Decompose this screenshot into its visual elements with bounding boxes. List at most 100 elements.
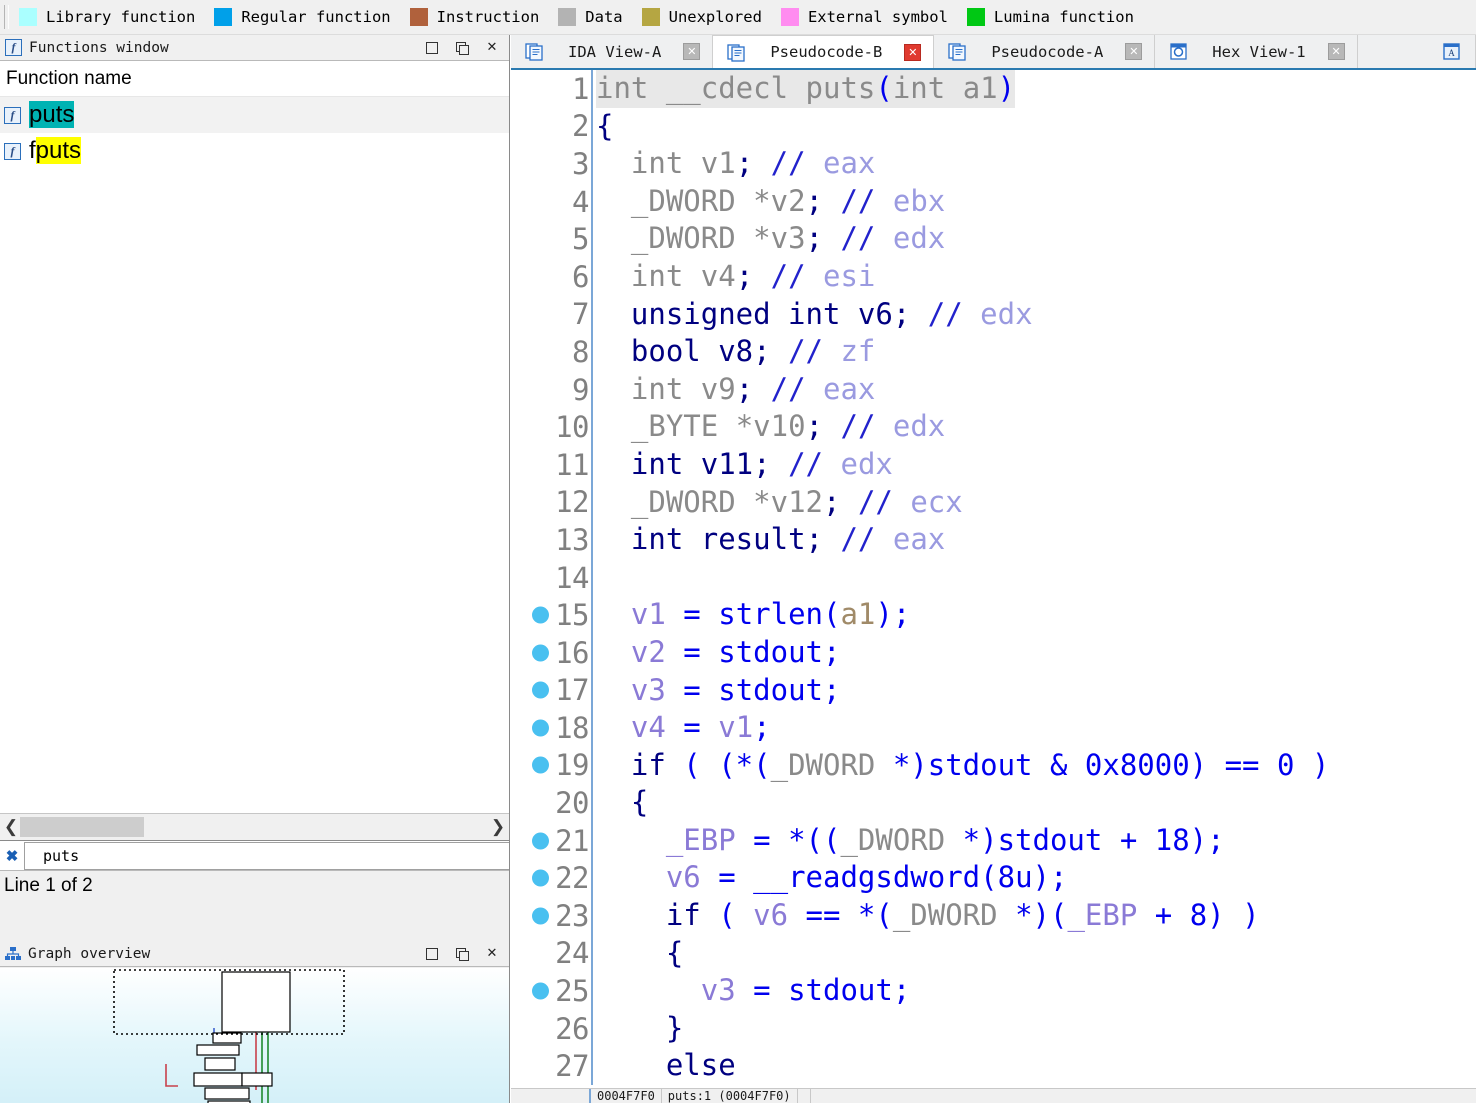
breakpoint-marker-icon[interactable] <box>532 681 549 699</box>
code-line[interactable]: 1 int __cdecl puts(int a1) <box>511 70 1476 108</box>
code-token: *)( <box>1015 898 1068 933</box>
code-line[interactable]: 2{ <box>511 107 1476 146</box>
tab-pseudocode-b[interactable]: Pseudocode-B ✕ <box>713 35 935 68</box>
breakpoint-marker-icon[interactable] <box>532 832 549 850</box>
close-icon[interactable]: ✕ <box>477 36 507 60</box>
code-token: v9 <box>700 371 736 406</box>
restore-icon[interactable] <box>447 36 477 60</box>
code-token: ( (*( <box>665 747 771 782</box>
close-icon[interactable]: ✕ <box>477 942 507 966</box>
code-line[interactable]: 25 v3 = stdout; <box>511 972 1476 1010</box>
code-line[interactable]: 11 int v11; // edx <box>511 445 1476 484</box>
code-line[interactable]: 6 int v4; // esi <box>511 257 1476 296</box>
code-line[interactable]: 3 int v1; // eax <box>511 145 1476 183</box>
code-token: * <box>753 183 771 218</box>
code-line[interactable]: 5 _DWORD *v3; // edx <box>511 220 1476 258</box>
code-token: bool <box>596 334 719 369</box>
code-token: stdout <box>718 634 823 669</box>
code-text: if ( (*(_DWORD *)stdout & 0x8000) == 0 ) <box>593 747 1329 785</box>
code-token: edx <box>980 296 1033 331</box>
maximize-icon[interactable] <box>417 942 447 966</box>
code-line[interactable]: 18 v4 = v1; <box>511 709 1476 747</box>
tab-ida-view-a[interactable]: IDA View-A ✕ <box>511 35 714 68</box>
table-row[interactable]: f puts <box>0 97 509 133</box>
scroll-left-icon[interactable]: ❮ <box>0 817 22 837</box>
code-token: ) <box>1294 747 1330 782</box>
legend-label: External symbol <box>807 8 948 26</box>
code-token: v10 <box>753 409 806 444</box>
pseudocode-view[interactable]: 1 int __cdecl puts(int a1) 2{3 int v1; // … <box>511 70 1476 1103</box>
code-line[interactable]: 24 { <box>511 934 1476 973</box>
code-line[interactable]: 9 int v9; // eax <box>511 370 1476 409</box>
code-line[interactable]: 8 bool v8; // zf <box>511 333 1476 371</box>
toolbar-grip[interactable] <box>4 5 9 29</box>
table-row[interactable]: f fputs <box>0 133 509 169</box>
code-line[interactable]: 14 <box>511 558 1476 597</box>
breakpoint-marker-icon[interactable] <box>532 907 549 925</box>
code-token: v8 <box>718 334 754 369</box>
code-token: // <box>788 446 824 481</box>
functions-column-header[interactable]: Function name <box>0 61 509 97</box>
code-line[interactable]: 4 _DWORD *v2; // ebx <box>511 182 1476 221</box>
breakpoint-marker-icon[interactable] <box>532 719 549 737</box>
code-token: v2 <box>770 183 806 218</box>
search-input[interactable] <box>24 841 509 870</box>
code-text: v1 = strlen(a1); <box>593 596 910 634</box>
code-token: v3 <box>630 672 666 707</box>
breakpoint-marker-icon[interactable] <box>532 869 549 887</box>
code-line[interactable]: 19 if ( (*(_DWORD *)stdout & 0x8000) == … <box>511 746 1476 785</box>
code-line[interactable]: 13 int result; // eax <box>511 521 1476 559</box>
code-line[interactable]: 21 _EBP = *((_DWORD *)stdout + 18); <box>511 821 1476 860</box>
code-line[interactable]: 10 _BYTE *v10; // edx <box>511 408 1476 446</box>
code-line[interactable]: 7 unsigned int v6; // edx <box>511 295 1476 334</box>
close-icon[interactable]: ✕ <box>1327 43 1345 60</box>
code-token: edx <box>892 221 946 256</box>
legend-color-swatch <box>214 8 233 26</box>
code-line[interactable]: 20 { <box>511 784 1476 822</box>
tab-hex-view-1[interactable]: Hex View-1 ✕ <box>1155 35 1358 68</box>
restore-icon[interactable] <box>447 942 477 966</box>
functions-list[interactable]: f puts f fputs <box>0 97 509 813</box>
code-token: 0 <box>1276 747 1295 782</box>
breakpoint-marker-icon[interactable] <box>532 644 549 662</box>
close-icon[interactable]: ✕ <box>683 43 701 60</box>
code-line[interactable]: 17 v3 = stdout; <box>511 671 1476 710</box>
code-line[interactable]: 27 else <box>511 1047 1476 1086</box>
breakpoint-marker-icon[interactable] <box>532 982 549 1000</box>
function-icon: f <box>4 142 21 160</box>
code-token: int <box>596 146 701 181</box>
code-line[interactable]: 16 v2 = stdout; <box>511 633 1476 672</box>
code-token: ; <box>753 446 771 481</box>
functions-horizontal-scrollbar[interactable]: ❮ ❯ <box>0 813 509 841</box>
tab-label: Hex View-1 <box>1212 42 1306 61</box>
code-line[interactable]: 22 v6 = __readgsdword(8u); <box>511 859 1476 898</box>
breakpoint-marker-icon[interactable] <box>532 756 549 774</box>
graph-overview-canvas[interactable] <box>0 968 509 1103</box>
code-token: ; <box>805 221 823 256</box>
clear-filter-icon[interactable]: ✖ <box>0 847 24 865</box>
code-line[interactable]: 23 if ( v6 == *(_DWORD *)(_EBP + 8) ) <box>511 897 1476 935</box>
code-line[interactable]: 15 v1 = strlen(a1); <box>511 596 1476 634</box>
tab-structures[interactable]: A <box>1428 35 1476 68</box>
scroll-right-icon[interactable]: ❯ <box>487 817 509 837</box>
code-line[interactable]: 26 } <box>511 1009 1476 1048</box>
tab-pseudocode-a[interactable]: Pseudocode-A ✕ <box>934 35 1156 68</box>
code-token: puts <box>805 71 876 105</box>
close-icon[interactable]: ✕ <box>904 43 922 61</box>
close-icon[interactable]: ✕ <box>1125 43 1143 60</box>
line-number: 1 <box>572 71 589 106</box>
code-line[interactable]: 12 _DWORD *v12; // ecx <box>511 483 1476 522</box>
maximize-icon[interactable] <box>417 36 447 60</box>
view-tabbar: IDA View-A ✕ Pseudocode-B ✕ Pseudocode-A ✕ Hex… <box>511 35 1476 70</box>
code-token: 8 <box>1189 898 1208 933</box>
breakpoint-marker-icon[interactable] <box>532 606 549 624</box>
scrollbar-thumb[interactable] <box>20 817 144 837</box>
code-token: ; <box>805 183 823 218</box>
